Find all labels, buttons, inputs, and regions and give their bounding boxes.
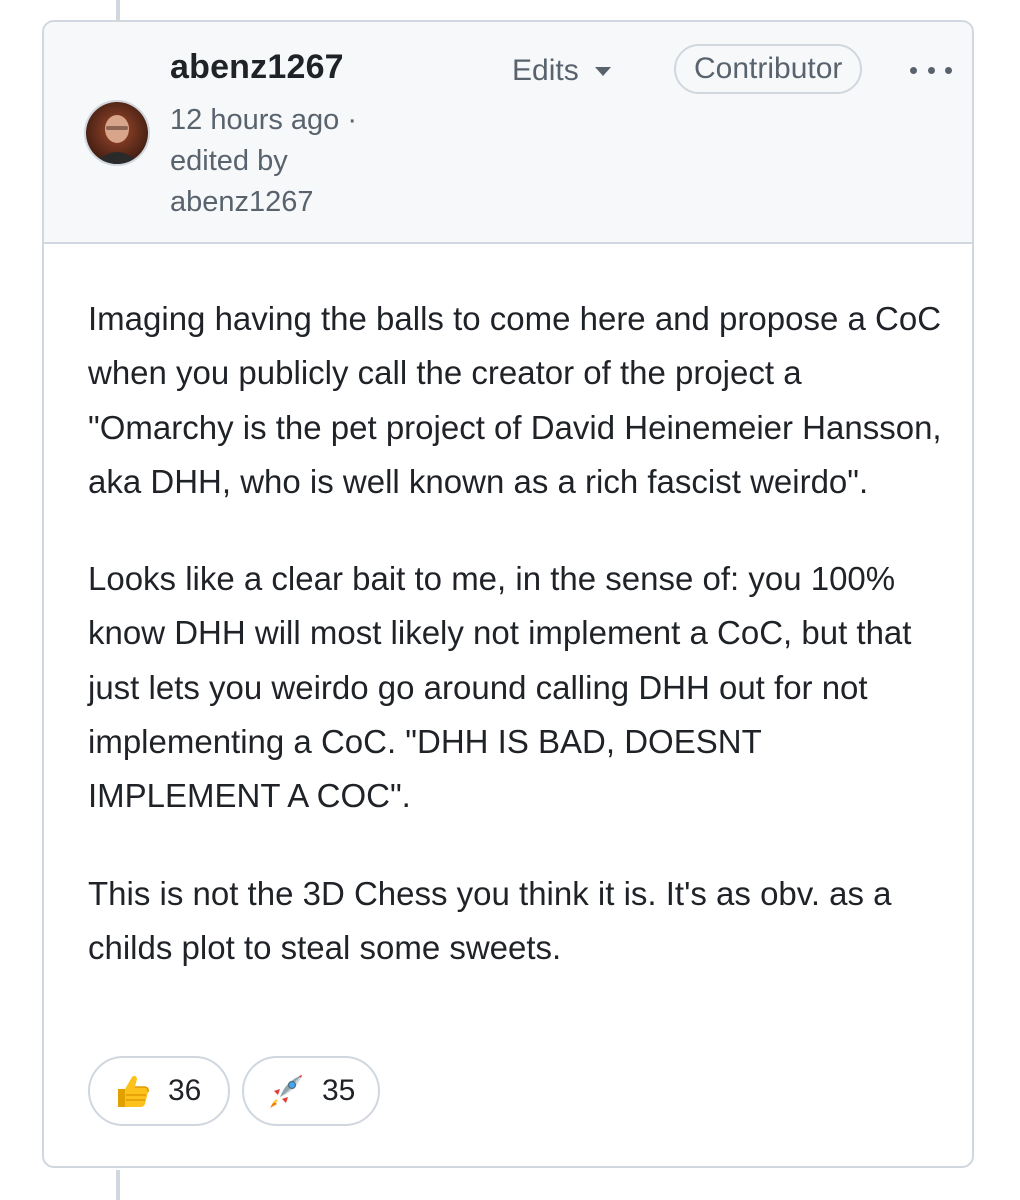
more-options-button[interactable]	[902, 56, 958, 84]
comment-card: abenz1267 12 hours ago · edited by abenz…	[42, 20, 974, 1168]
comment-timestamp[interactable]: 12 hours ago ·	[170, 100, 357, 141]
timeline-connector	[116, 0, 120, 22]
comment-paragraph: This is not the 3D Chess you think it is…	[88, 874, 892, 966]
reaction-thumbs-up-button[interactable]: 36	[88, 1056, 230, 1126]
kebab-horizontal-icon	[910, 66, 917, 74]
edited-by-user[interactable]: abenz1267	[170, 182, 314, 223]
comment-paragraph: Imaging having the balls to come here an…	[88, 300, 942, 500]
contributor-badge: Contributor	[674, 44, 863, 94]
issue-timeline: abenz1267 12 hours ago · edited by abenz…	[0, 0, 1020, 1200]
reactions-bar: 36 35	[88, 1056, 380, 1126]
caret-down-icon	[594, 66, 611, 76]
comment-body: Imaging having the balls to come here an…	[88, 292, 948, 1018]
reaction-rocket-button[interactable]: 35	[242, 1056, 380, 1126]
thumbs-up-icon	[112, 1071, 152, 1111]
comment-author[interactable]: abenz1267	[170, 48, 344, 87]
kebab-dot	[945, 66, 952, 74]
rocket-icon	[266, 1071, 306, 1111]
timeline-connector	[116, 1170, 120, 1200]
reaction-count: 36	[168, 1074, 202, 1107]
comment-paragraph: Looks like a clear bait to me, in the se…	[88, 560, 912, 815]
comment-header: abenz1267 12 hours ago · edited by abenz…	[44, 22, 972, 244]
edited-label: edited by	[170, 145, 288, 177]
kebab-dot	[927, 66, 935, 74]
edits-label: Edits	[512, 54, 579, 87]
reaction-count: 35	[322, 1074, 356, 1107]
edits-dropdown-button[interactable]: Edits	[512, 50, 611, 92]
user-avatar[interactable]	[84, 100, 150, 166]
